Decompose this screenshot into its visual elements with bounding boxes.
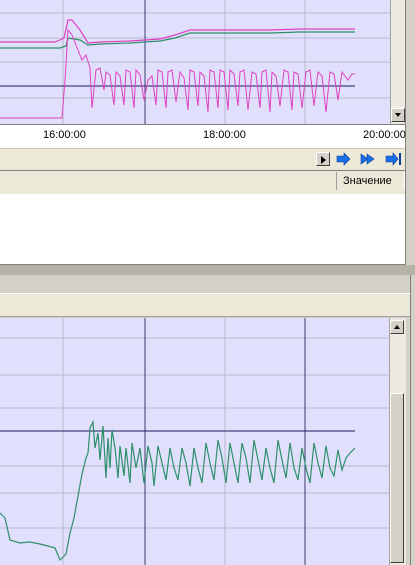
top-grid (0, 0, 390, 124)
teal-series-bottom (0, 419, 356, 562)
bottom-scroll-up-button[interactable] (390, 320, 404, 334)
time-tick-1: 16:00:00 (43, 129, 86, 141)
arrow-down-icon (395, 113, 401, 117)
double-arrow-right-icon (360, 153, 375, 165)
time-axis: 16:00:00 18:00:00 20:00:00 (0, 124, 406, 149)
play-step-icon (321, 156, 326, 164)
go-to-end-button[interactable] (385, 152, 401, 166)
bottom-scroll-thumb[interactable] (390, 393, 404, 563)
column-header-value[interactable]: Значение (336, 172, 405, 190)
value-grid-header: Значение (0, 170, 405, 196)
pane-splitter[interactable] (0, 265, 415, 275)
time-navigation-bar (0, 148, 405, 171)
top-trend-plot[interactable] (0, 0, 390, 124)
time-tick-2: 18:00:00 (203, 129, 246, 141)
arrow-up-icon (394, 325, 400, 329)
value-grid-body (0, 194, 405, 265)
fast-forward-button[interactable] (360, 152, 375, 166)
top-vertical-scrollbar[interactable] (390, 0, 406, 124)
step-forward-button[interactable] (316, 152, 330, 166)
bottom-trend-plot[interactable] (0, 318, 389, 565)
magenta-series-top-flow (0, 28, 355, 119)
splitter-gap (0, 275, 415, 293)
arrow-to-end-icon (385, 152, 401, 166)
scroll-forward-button[interactable] (336, 152, 351, 166)
time-tick-3: 20:00:00 (363, 129, 406, 141)
bottom-right-frame (410, 275, 415, 565)
bottom-grid (0, 318, 389, 565)
bottom-pane-toolbar (0, 293, 410, 317)
bottom-trend-svg (0, 318, 389, 565)
top-scroll-down-button[interactable] (391, 108, 405, 122)
arrow-right-icon (336, 152, 351, 166)
right-frame-edge (405, 0, 415, 265)
bottom-vertical-scrollbar[interactable] (389, 318, 406, 565)
top-trend-svg (0, 0, 390, 124)
